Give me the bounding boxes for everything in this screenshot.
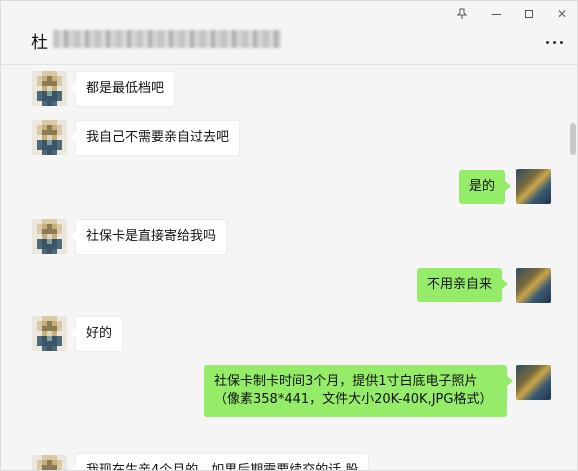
- dot-icon: [560, 40, 563, 44]
- chat-title: 杜: [31, 33, 49, 53]
- message-bubble: 社保卡是直接寄给我吗: [69, 219, 228, 255]
- message-bubble: 我现在生亲4个月的，如果后期需要续交的话 股: [69, 453, 370, 470]
- pin-button[interactable]: [451, 5, 473, 23]
- maximize-button[interactable]: [518, 5, 540, 23]
- self-avatar[interactable]: [516, 268, 551, 303]
- close-icon: ✕: [556, 7, 568, 21]
- minimize-icon: [491, 13, 501, 15]
- avatar-mosaic-cell: [62, 249, 67, 254]
- scrollbar-thumb[interactable]: [570, 123, 576, 155]
- dot-icon: [553, 40, 556, 44]
- contact-avatar[interactable]: [32, 71, 67, 106]
- contact-avatar[interactable]: [32, 219, 67, 254]
- message-bubble: 都是最低档吧: [69, 71, 176, 107]
- minimize-button[interactable]: [485, 5, 507, 23]
- message-bubble: 是的: [459, 170, 512, 204]
- avatar-mosaic-cell: [62, 150, 67, 155]
- self-avatar[interactable]: [516, 365, 551, 400]
- pin-icon: [457, 8, 467, 19]
- contact-avatar[interactable]: [32, 120, 67, 155]
- message-bubble: 我自己不需要亲自过去吧: [69, 120, 241, 156]
- chat-window: 杜 ✕ 都是最低档吧 我自己不需要亲自过去吧 是的 社保卡是直接寄给我吗 不用亲…: [0, 0, 578, 471]
- chat-header: 杜 ✕: [1, 1, 577, 65]
- contact-avatar[interactable]: [32, 455, 67, 470]
- contact-avatar[interactable]: [32, 316, 67, 351]
- more-options-button[interactable]: [546, 37, 572, 47]
- avatar-mosaic-cell: [62, 101, 67, 106]
- message-bubble: 好的: [69, 316, 124, 352]
- close-button[interactable]: ✕: [551, 5, 573, 23]
- message-bubble: 社保卡制卡时间3个月，提供1寸白底电子照片（像素358*441，文件大小20K-…: [204, 365, 513, 417]
- message-bubble: 不用亲自来: [417, 268, 509, 302]
- self-avatar[interactable]: [516, 169, 551, 204]
- dot-icon: [546, 40, 549, 44]
- maximize-icon: [525, 10, 533, 18]
- blurred-contact-name: [53, 30, 281, 48]
- avatar-mosaic-cell: [62, 346, 67, 351]
